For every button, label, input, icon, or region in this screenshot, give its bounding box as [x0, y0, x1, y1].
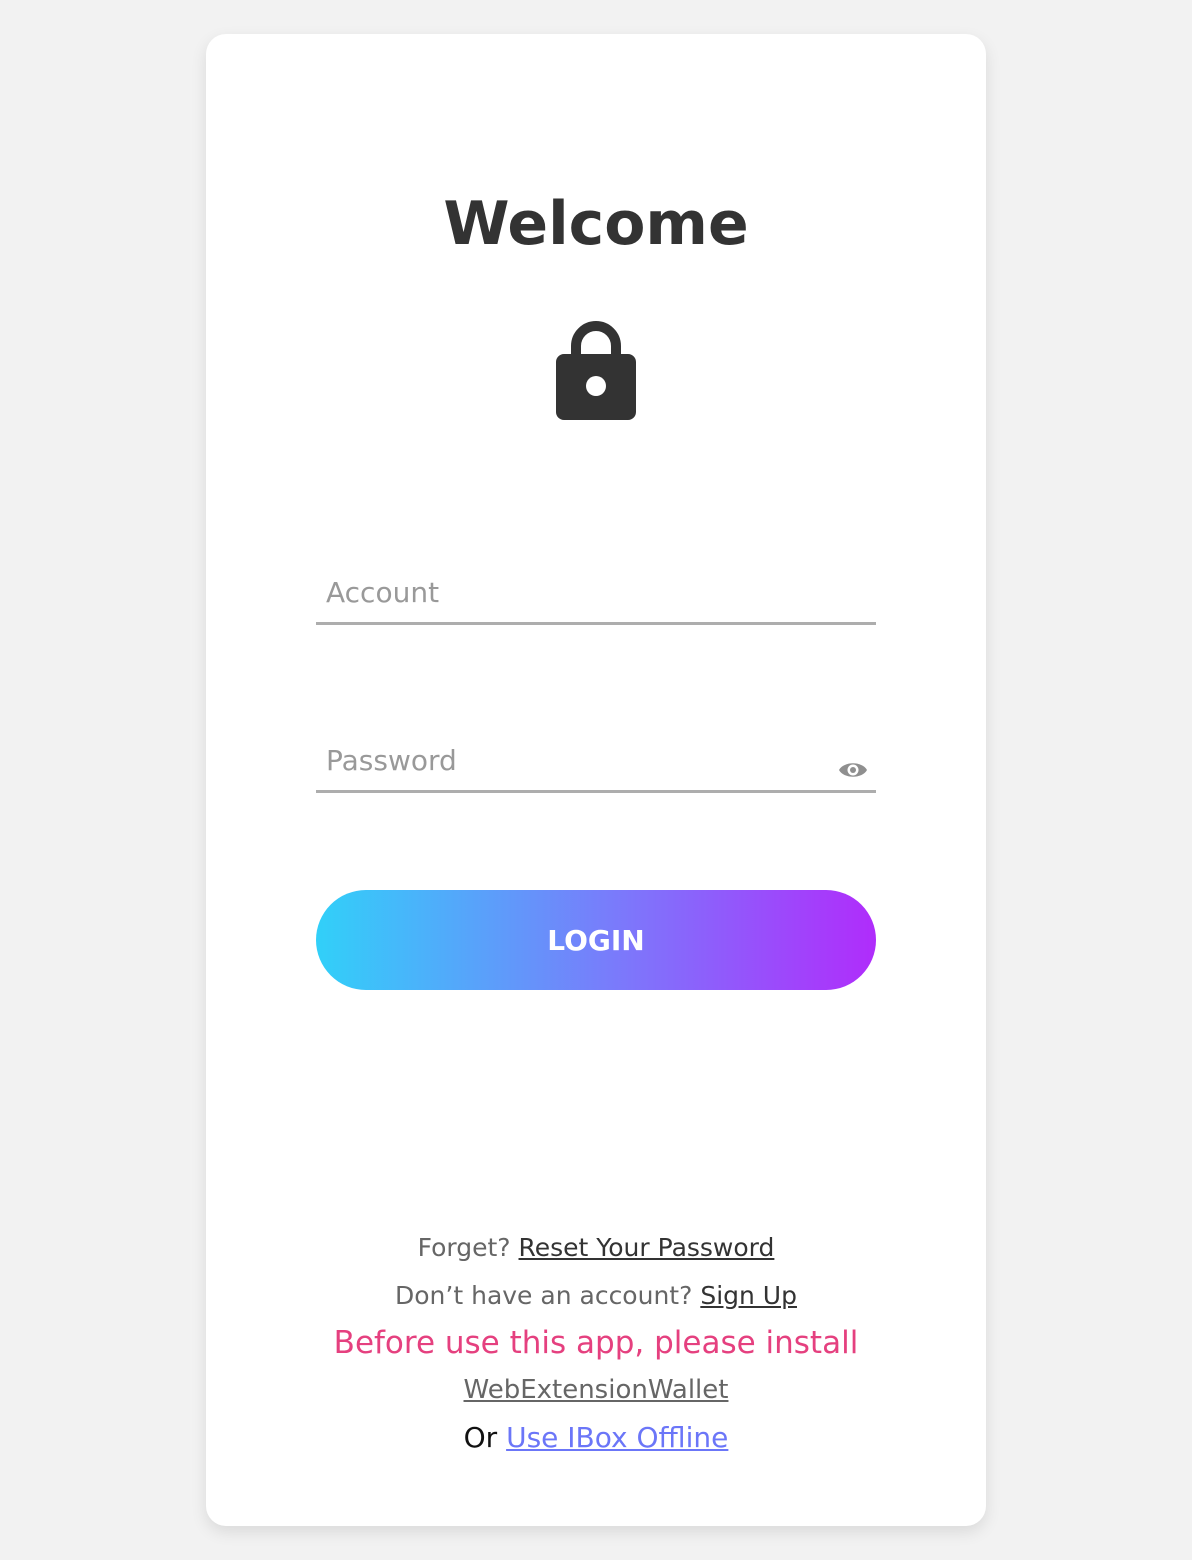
eye-icon[interactable] [838, 758, 868, 782]
page-title: Welcome [443, 189, 749, 259]
account-field [316, 562, 876, 625]
web-extension-wallet-link[interactable]: WebExtensionWallet [464, 1366, 729, 1414]
password-input[interactable] [316, 730, 846, 790]
forget-line: Forget? Reset Your Password [206, 1224, 986, 1272]
footer-links: Forget? Reset Your Password Don’t have a… [206, 1224, 986, 1462]
signup-line: Don’t have an account? Sign Up [206, 1272, 986, 1320]
offline-line: Or Use IBox Offline [206, 1414, 986, 1462]
sign-up-link[interactable]: Sign Up [700, 1281, 797, 1310]
password-field [316, 730, 876, 793]
or-text: Or [463, 1421, 498, 1454]
lock-icon [556, 321, 636, 420]
login-card: Welcome LOGIN Forget? Reset Your Passwor… [206, 34, 986, 1526]
account-input[interactable] [316, 562, 846, 622]
install-notice: Before use this app, please install [333, 1325, 859, 1361]
reset-password-link[interactable]: Reset Your Password [519, 1233, 775, 1262]
login-button[interactable]: LOGIN [316, 890, 876, 990]
forget-text: Forget? [417, 1233, 511, 1262]
use-ibox-offline-link[interactable]: Use IBox Offline [506, 1421, 728, 1454]
no-account-text: Don’t have an account? [395, 1281, 693, 1310]
